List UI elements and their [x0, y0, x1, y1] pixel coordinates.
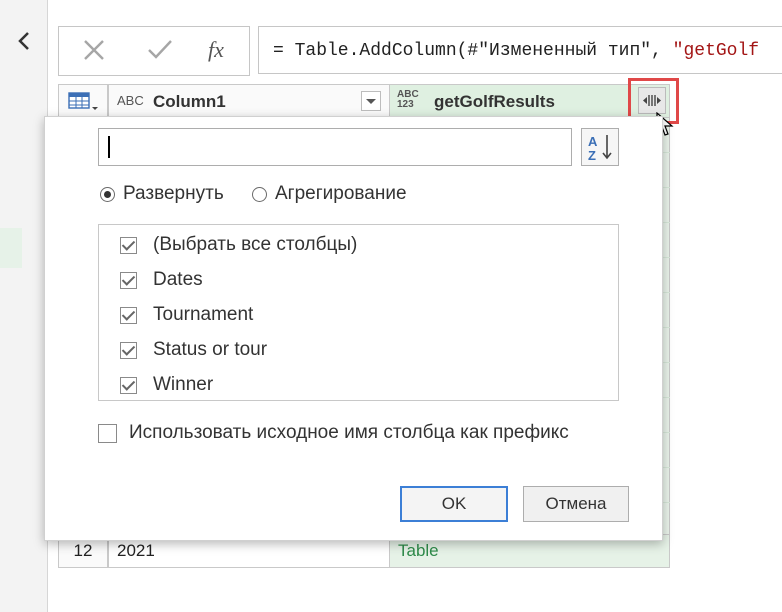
sort-az-icon: A Z	[588, 134, 612, 163]
item-label: Winner	[153, 374, 214, 395]
chevron-left-icon	[18, 32, 29, 50]
insert-function-button[interactable]: fx	[201, 35, 231, 65]
collapse-pane-button[interactable]	[14, 30, 36, 52]
cancel-formula-button[interactable]	[79, 35, 109, 65]
selected-query-marker	[0, 228, 22, 268]
chevron-down-icon	[366, 99, 376, 104]
svg-text:Z: Z	[588, 148, 596, 163]
prefix-label: Использовать исходное имя столбца как пр…	[129, 422, 569, 443]
radio-aggregate-control[interactable]	[252, 186, 267, 202]
radio-expand[interactable]: Развернуть	[100, 183, 224, 205]
item-label: Status or tour	[153, 339, 268, 360]
prefix-option[interactable]: Использовать исходное имя столбца как пр…	[98, 422, 569, 444]
radio-expand-control[interactable]	[100, 186, 115, 202]
svg-text:A: A	[588, 134, 598, 149]
radio-aggregate-label: Агрегирование	[275, 183, 407, 204]
cancel-button[interactable]: Отмена	[523, 486, 629, 522]
expand-column-popup: A Z Развернуть Агрегирование (Выбрать вс…	[44, 116, 663, 541]
list-item-tournament[interactable]: Tournament	[120, 302, 253, 328]
checkbox-winner[interactable]	[120, 376, 137, 394]
list-item-dates[interactable]: Dates	[120, 267, 203, 293]
x-icon	[84, 40, 104, 60]
column1-name: Column1	[153, 92, 226, 111]
formula-bar-controls: fx	[58, 26, 250, 76]
check-icon	[148, 40, 172, 59]
radio-aggregate[interactable]: Агрегирование	[252, 183, 407, 205]
columns-list: (Выбрать все столбцы) Dates Tournament S…	[98, 224, 619, 401]
checkbox-tournament[interactable]	[120, 306, 137, 324]
column1-filter-button[interactable]	[361, 91, 381, 111]
checkbox-dates[interactable]	[120, 271, 137, 289]
item-label: (Выбрать все столбцы)	[153, 234, 358, 255]
ok-button[interactable]: OK	[400, 486, 508, 522]
formula-input[interactable]: = Table.AddColumn(#"Измененный тип", "ge…	[258, 26, 782, 74]
formula-string: "getGolf	[672, 41, 760, 61]
column1-header[interactable]: ABC Column1	[108, 84, 390, 118]
checkbox-prefix[interactable]	[98, 423, 117, 443]
commit-formula-button[interactable]	[145, 35, 175, 65]
item-label: Tournament	[153, 304, 254, 325]
item-label: Dates	[153, 269, 203, 290]
list-item-status[interactable]: Status or tour	[120, 337, 267, 363]
type-label-bottom: 123	[397, 99, 414, 110]
checkbox-select-all[interactable]	[120, 236, 137, 254]
queries-pane-collapsed	[0, 0, 47, 612]
sort-az-button[interactable]: A Z	[581, 128, 619, 166]
checkbox-status[interactable]	[120, 341, 137, 359]
text-type-icon[interactable]: ABC	[117, 93, 144, 108]
formula-text: = Table.AddColumn(#"Измененный тип",	[273, 41, 673, 61]
column-search-input[interactable]	[99, 129, 571, 165]
table-icon	[68, 92, 98, 110]
table-corner-button[interactable]	[58, 84, 108, 118]
any-type-icon[interactable]: ABC 123	[397, 90, 419, 110]
list-item-winner[interactable]: Winner	[120, 372, 213, 398]
getgolfresults-name: getGolfResults	[434, 92, 555, 111]
text-caret	[108, 136, 110, 158]
list-item-select-all[interactable]: (Выбрать все столбцы)	[120, 232, 357, 258]
column-search-box[interactable]	[98, 128, 572, 166]
radio-expand-label: Развернуть	[123, 183, 224, 204]
